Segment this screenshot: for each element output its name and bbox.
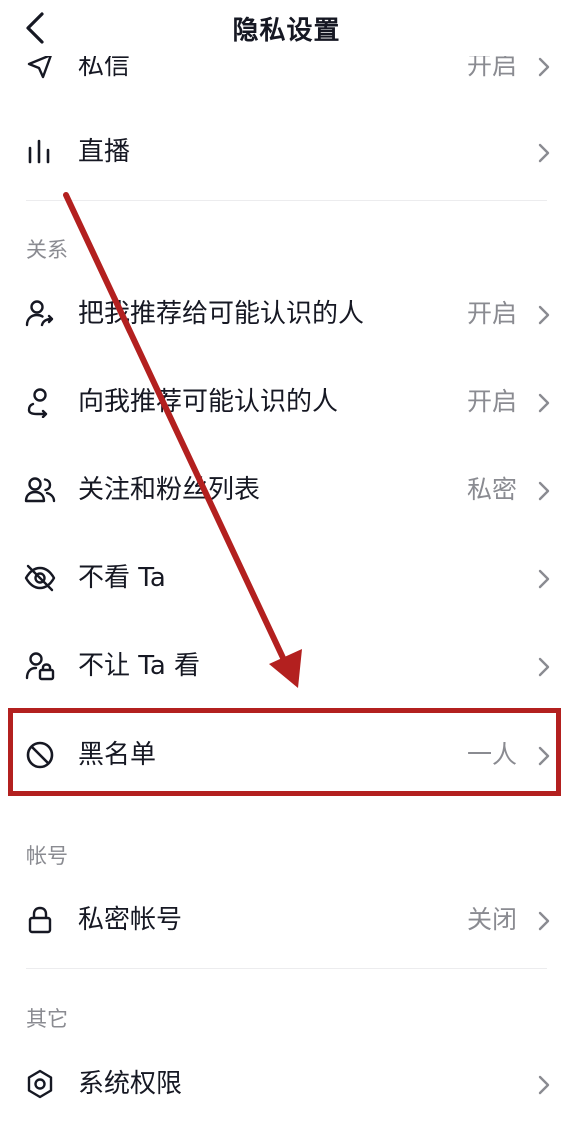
row-value: 开启 [466, 299, 517, 328]
row-label: 把我推荐给可能认识的人 [78, 299, 365, 329]
row-label: 关注和粉丝列表 [78, 475, 261, 505]
page-title: 隐私设置 [232, 16, 341, 46]
chevron-right-icon [537, 745, 551, 767]
chevron-right-icon [537, 142, 551, 164]
divider [26, 968, 547, 969]
hexagon-settings-icon [24, 1068, 56, 1100]
chevron-right-icon [537, 1074, 551, 1096]
user-lock-icon [24, 650, 56, 682]
block-icon [24, 739, 56, 771]
row-label: 私密帐号 [78, 905, 183, 935]
row-label: 系统权限 [78, 1069, 183, 1099]
row-follow-list[interactable]: 关注和粉丝列表 私密 [0, 446, 573, 534]
row-value: 关闭 [466, 905, 517, 934]
eye-off-icon [24, 562, 56, 594]
bar-chart-icon [24, 136, 56, 168]
row-live[interactable]: 直播 [0, 108, 573, 196]
lock-icon [24, 904, 56, 936]
row-value: 开启 [466, 387, 517, 416]
row-dont-let-see[interactable]: 不让 Ta 看 [0, 622, 573, 710]
row-label: 向我推荐可能认识的人 [78, 387, 339, 417]
row-recommend-to-me[interactable]: 向我推荐可能认识的人 开启 [0, 358, 573, 446]
row-dont-see[interactable]: 不看 Ta [0, 534, 573, 622]
chevron-right-icon [537, 656, 551, 678]
row-blacklist[interactable]: 黑名单 一人 [0, 711, 573, 799]
section-title-relations: 关系 [26, 238, 68, 262]
row-value: 一人 [466, 740, 517, 769]
chevron-right-icon [537, 568, 551, 590]
users-icon [24, 474, 56, 506]
chevron-right-icon [537, 910, 551, 932]
row-system-permissions[interactable]: 系统权限 [0, 1040, 573, 1128]
section-title-account: 帐号 [26, 844, 68, 868]
chevron-right-icon [537, 480, 551, 502]
section-title-other: 其它 [26, 1007, 68, 1031]
row-recommend-me[interactable]: 把我推荐给可能认识的人 开启 [0, 270, 573, 358]
row-label: 黑名单 [78, 740, 157, 770]
divider [26, 200, 547, 201]
user-receive-icon [24, 386, 56, 418]
chevron-right-icon [537, 304, 551, 326]
row-private-account[interactable]: 私密帐号 关闭 [0, 876, 573, 964]
row-value: 私密 [466, 475, 517, 504]
row-label: 不看 Ta [78, 563, 166, 593]
row-label: 直播 [78, 137, 131, 167]
chevron-right-icon [537, 56, 551, 78]
row-label: 不让 Ta 看 [78, 651, 201, 681]
top-bar: 隐私设置 [0, 0, 573, 56]
chevron-right-icon [537, 392, 551, 414]
user-share-icon [24, 298, 56, 330]
